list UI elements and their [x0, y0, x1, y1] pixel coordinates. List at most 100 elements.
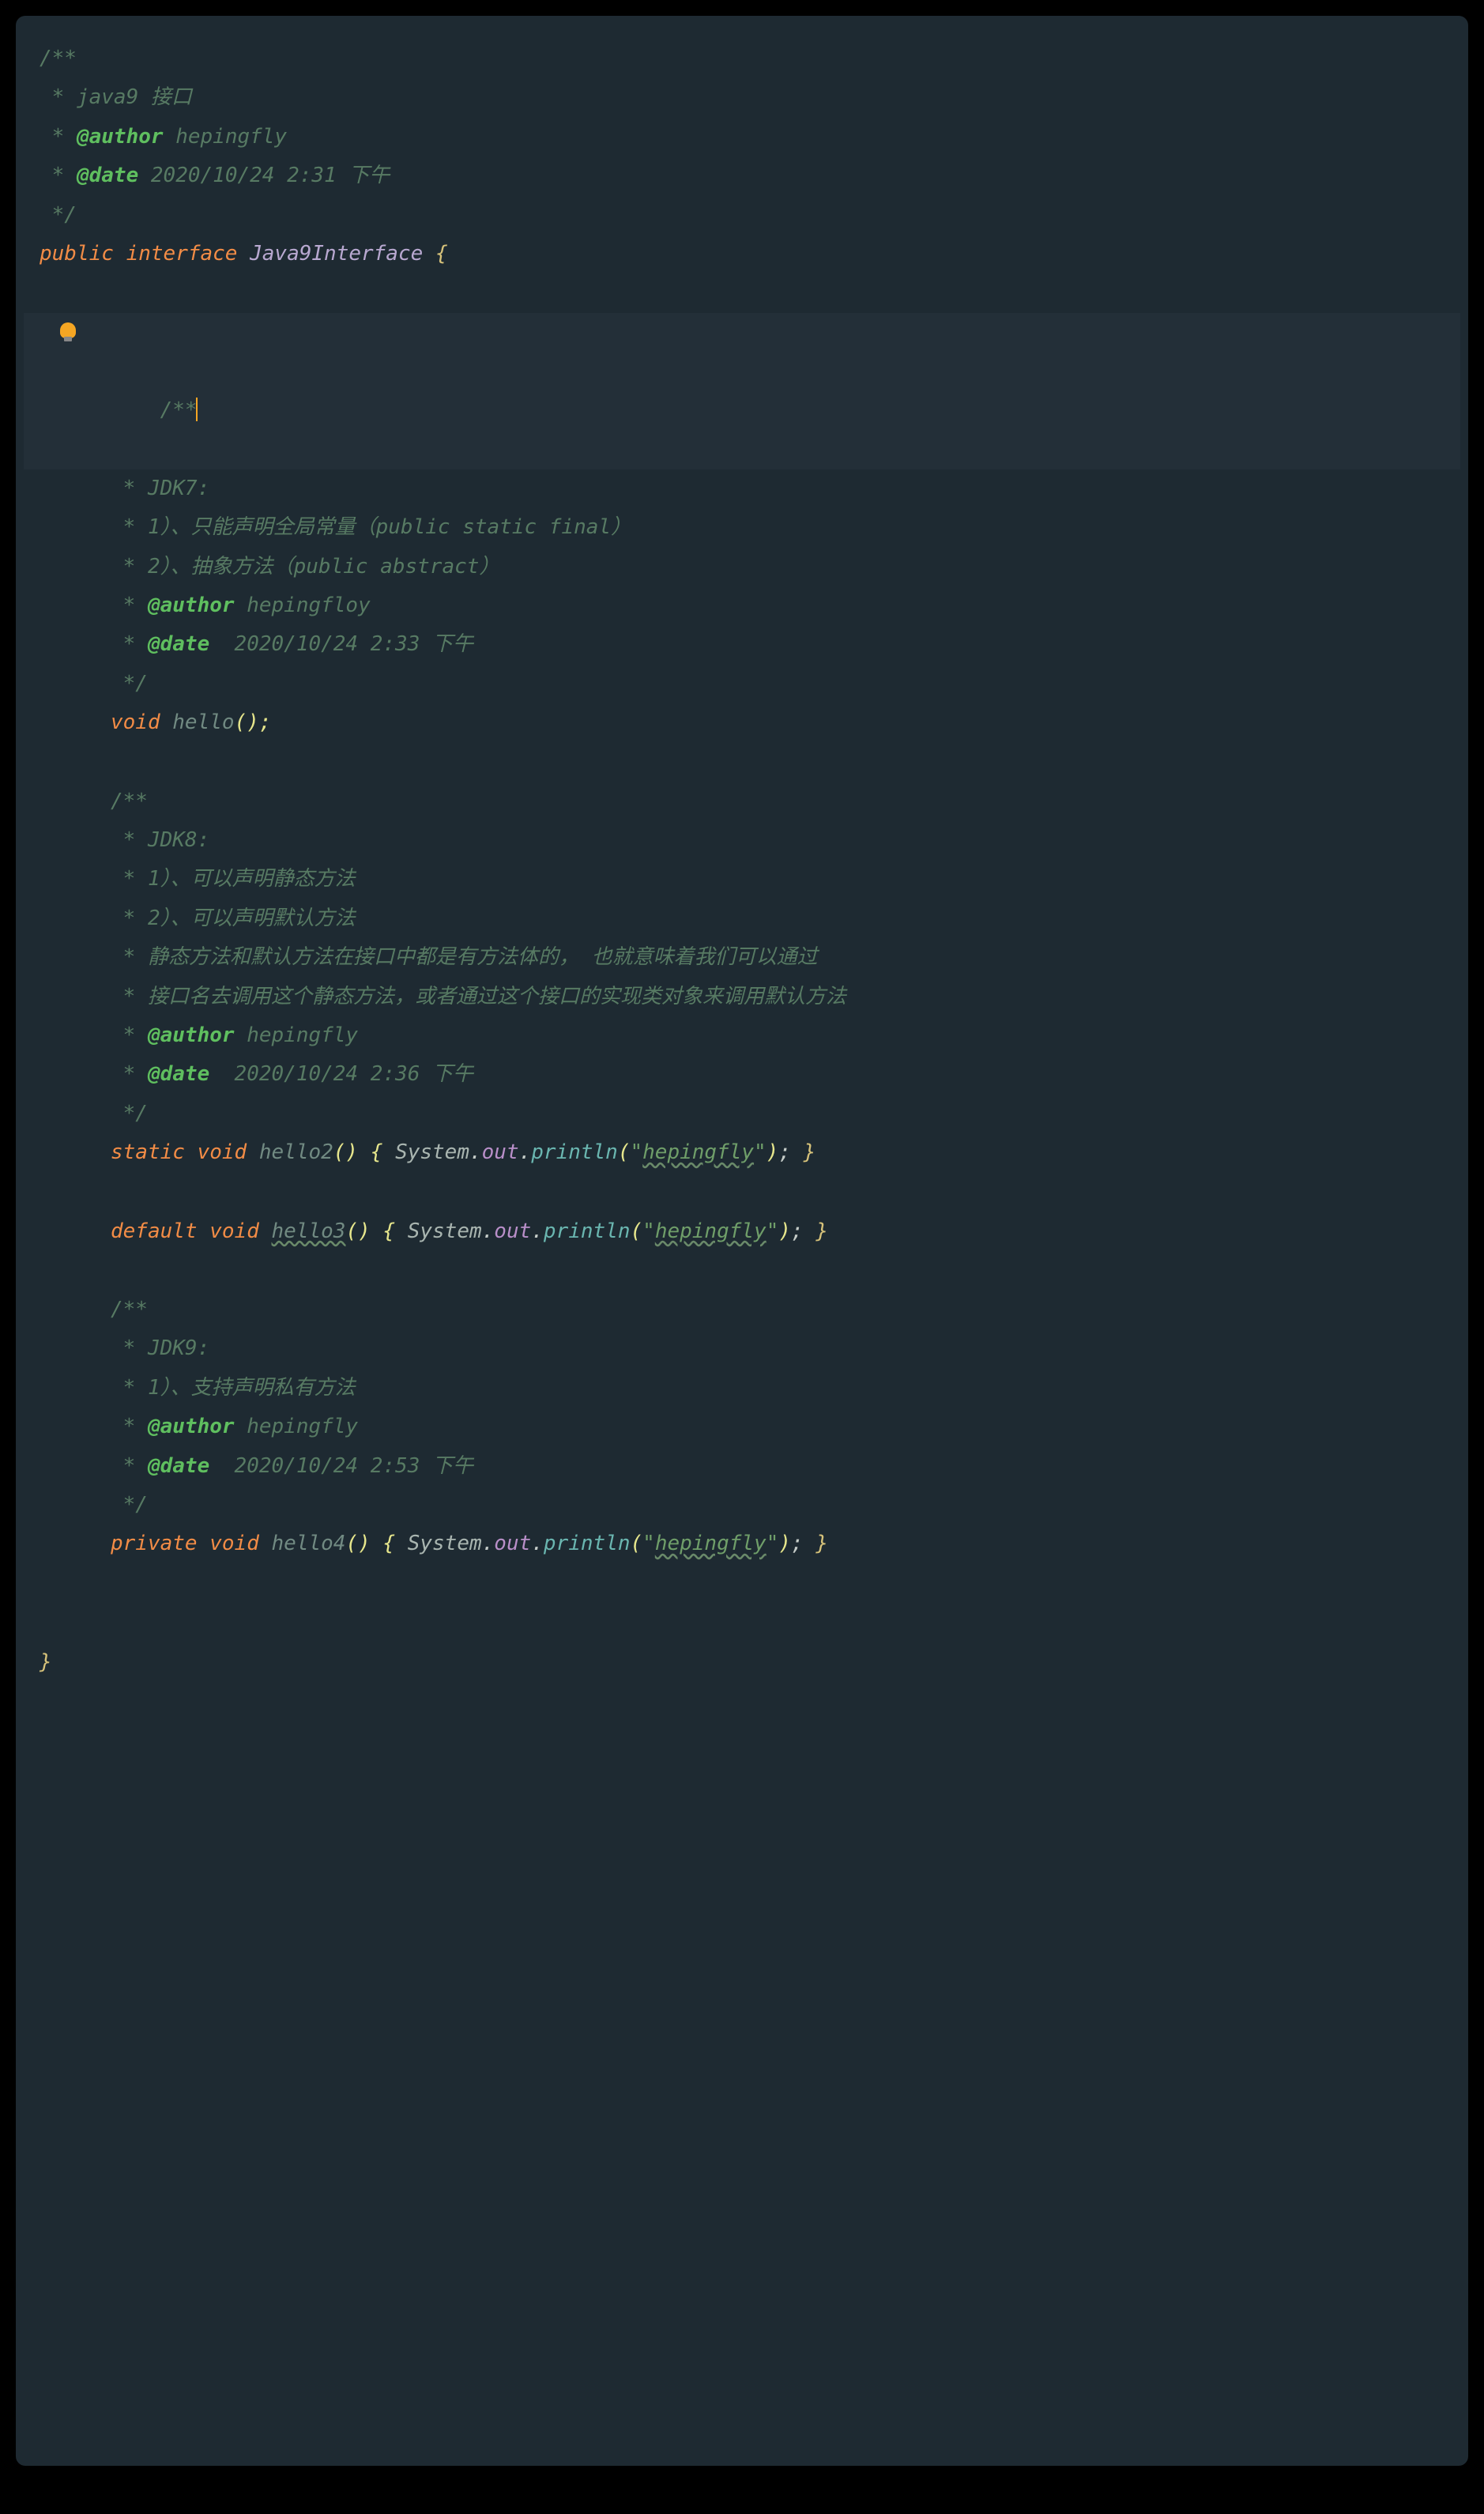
code-editor[interactable]: /** * java9 接口 * @author hepingfly * @da…: [16, 16, 1468, 2466]
comment-text: * java9 接口: [40, 85, 192, 109]
paren-close: ): [766, 1140, 779, 1164]
comment-text: * 2）、可以声明默认方法: [111, 906, 356, 930]
paren-open: (: [631, 1219, 643, 1243]
code-line: */: [24, 665, 1460, 703]
method-name: hello: [172, 710, 234, 734]
comment-star: *: [111, 1023, 148, 1047]
brace-close: }: [815, 1219, 828, 1243]
comment-open: /**: [160, 398, 198, 422]
comment-text: * 1）、只能声明全局常量（public static final）: [111, 515, 631, 539]
code-line: * @date 2020/10/24 2:36 下午: [24, 1055, 1460, 1094]
code-line: * @author hepingfly: [24, 1408, 1460, 1446]
javadoc-author-value: hepingfly: [235, 1415, 359, 1438]
javadoc-author-tag: @author: [148, 1023, 235, 1047]
field-out: out: [482, 1140, 519, 1164]
string-quote: ": [766, 1532, 779, 1555]
comment-open: /**: [111, 790, 148, 813]
brace-close: }: [815, 1532, 828, 1555]
keyword-default: default: [111, 1219, 209, 1243]
keyword-void: void: [198, 1140, 259, 1164]
method-name: hello4: [272, 1532, 346, 1555]
javadoc-date-tag: @date: [148, 1454, 209, 1478]
blank-line: [24, 273, 1460, 313]
string-quote: ": [754, 1140, 766, 1164]
comment-close: */: [111, 1102, 148, 1125]
code-line: default void hello3() { System.out.print…: [24, 1212, 1460, 1251]
code-line: * @date 2020/10/24 2:53 下午: [24, 1447, 1460, 1486]
code-line: * @author hepingfly: [24, 118, 1460, 156]
keyword-static: static: [111, 1140, 198, 1164]
semicolon: ;: [778, 1140, 803, 1164]
method-println: println: [544, 1532, 631, 1555]
string-quote: ": [642, 1219, 655, 1243]
code-line: * @author hepingfloy: [24, 586, 1460, 625]
comment-text: * JDK8:: [111, 828, 209, 852]
paren-open: (: [618, 1140, 631, 1164]
class-ref: System: [408, 1219, 482, 1243]
code-line: * 1）、支持声明私有方法: [24, 1369, 1460, 1408]
keyword-void: void: [209, 1219, 271, 1243]
javadoc-date-tag: @date: [148, 632, 209, 656]
comment-star: *: [111, 1415, 148, 1438]
javadoc-author-tag: @author: [77, 125, 164, 149]
blank-line: [24, 1173, 1460, 1212]
code-line: */: [24, 1095, 1460, 1133]
blank-line: [24, 1604, 1460, 1643]
code-line: */: [24, 196, 1460, 235]
comment-close: */: [111, 1493, 148, 1517]
comment-text: * 静态方法和默认方法在接口中都是有方法体的， 也就意味着我们可以通过: [111, 945, 818, 969]
dot: .: [469, 1140, 482, 1164]
keyword-public: public: [40, 242, 126, 266]
string-literal: hepingfly: [642, 1140, 754, 1164]
brace-close: }: [40, 1650, 52, 1674]
code-line: * JDK9:: [24, 1329, 1460, 1368]
code-line: void hello();: [24, 703, 1460, 742]
comment-open: /**: [40, 47, 77, 70]
javadoc-author-value: hepingfloy: [235, 594, 371, 617]
dot: .: [482, 1532, 495, 1555]
text-caret: [196, 398, 198, 421]
comment-text: * 1）、可以声明静态方法: [111, 867, 356, 891]
javadoc-date-value: 2020/10/24 2:33 下午: [209, 632, 473, 656]
semicolon: ;: [791, 1219, 815, 1243]
dot: .: [531, 1219, 544, 1243]
keyword-private: private: [111, 1532, 209, 1555]
keyword-interface: interface: [126, 242, 250, 266]
semicolon: ;: [791, 1532, 815, 1555]
comment-star: *: [111, 1454, 148, 1478]
code-line: /**: [24, 40, 1460, 78]
javadoc-date-tag: @date: [148, 1062, 209, 1086]
string-literal: hepingfly: [655, 1532, 766, 1555]
code-line: * java9 接口: [24, 78, 1460, 117]
punct: () {: [345, 1219, 407, 1243]
string-quote: ": [631, 1140, 643, 1164]
class-ref: System: [408, 1532, 482, 1555]
string-quote: ": [642, 1532, 655, 1555]
blank-line: [24, 1564, 1460, 1604]
field-out: out: [494, 1219, 531, 1243]
javadoc-date-tag: @date: [77, 164, 138, 187]
keyword-void: void: [209, 1532, 271, 1555]
code-line: * 静态方法和默认方法在接口中都是有方法体的， 也就意味着我们可以通过: [24, 938, 1460, 977]
comment-text: * 2）、抽象方法（public abstract）: [111, 555, 499, 579]
paren-close: ): [778, 1532, 791, 1555]
code-line: /**: [24, 782, 1460, 821]
method-name: hello3: [272, 1219, 346, 1243]
punct: ();: [235, 710, 272, 734]
code-line: * @author hepingfly: [24, 1016, 1460, 1055]
code-line: public interface Java9Interface {: [24, 235, 1460, 273]
code-line-active[interactable]: /**: [24, 313, 1460, 469]
code-line: * @date 2020/10/24 2:33 下午: [24, 625, 1460, 664]
lightbulb-icon[interactable]: [60, 322, 76, 338]
code-line: private void hello4() { System.out.print…: [24, 1525, 1460, 1563]
type-name: Java9Interface: [250, 242, 435, 266]
javadoc-author-value: hepingfly: [164, 125, 288, 149]
brace-open: {: [435, 242, 448, 266]
code-line: * 2）、抽象方法（public abstract）: [24, 548, 1460, 586]
comment-text: * JDK7:: [111, 477, 209, 500]
punct: () {: [333, 1140, 395, 1164]
comment-text: * 接口名去调用这个静态方法，或者通过这个接口的实现类对象来调用默认方法: [111, 985, 846, 1008]
comment-close: */: [111, 672, 148, 695]
comment-star: *: [111, 594, 148, 617]
code-line: * JDK8:: [24, 821, 1460, 860]
